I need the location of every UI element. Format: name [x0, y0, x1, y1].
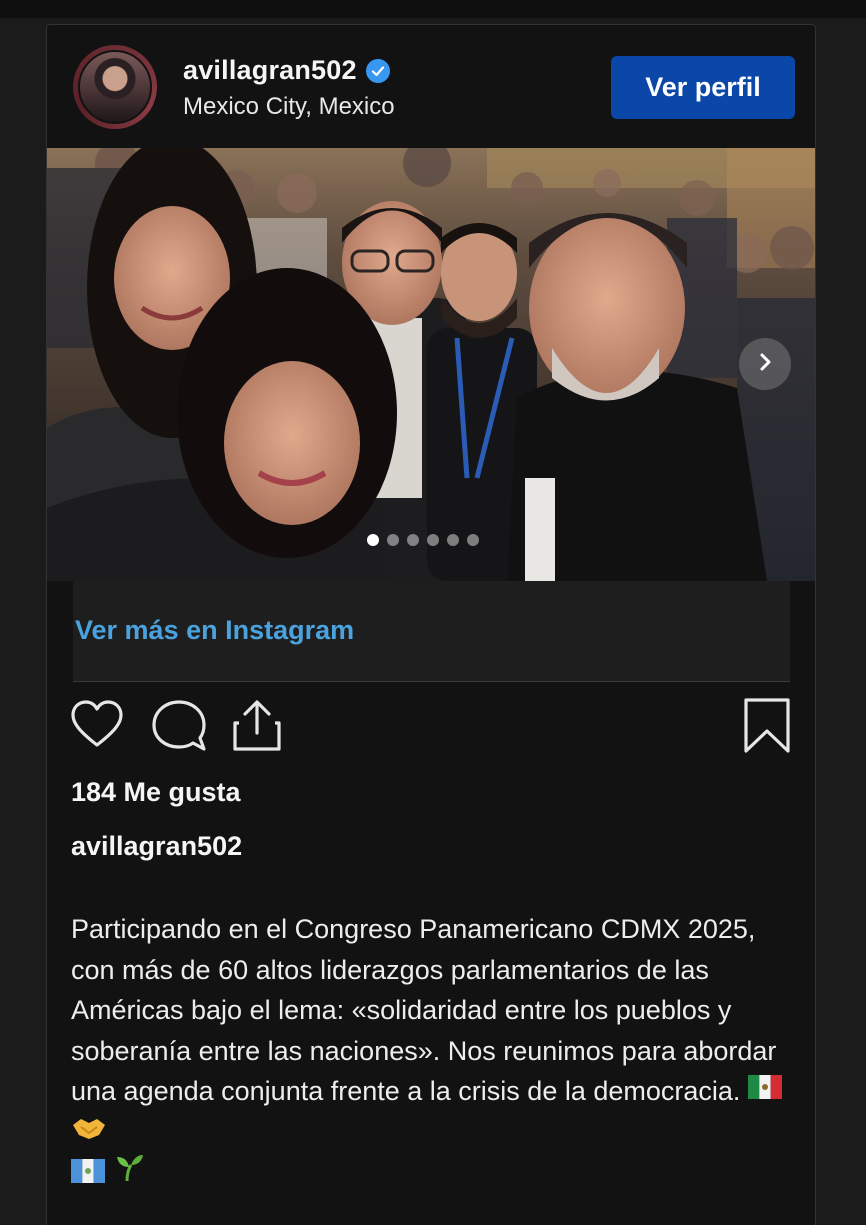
view-profile-button[interactable]: Ver perfil	[611, 56, 795, 119]
username-row: avillagran502	[183, 55, 390, 86]
instagram-embed-card: avillagran502 Mexico City, Mexico Ver pe…	[46, 24, 816, 1225]
action-bar	[67, 697, 795, 757]
seedling-emoji	[113, 1153, 145, 1195]
likes-count[interactable]: 184 Me gusta	[71, 777, 241, 808]
view-more-link[interactable]: Ver más en Instagram	[75, 615, 354, 646]
carousel-dot	[467, 534, 479, 546]
carousel-dot	[427, 534, 439, 546]
username[interactable]: avillagran502	[183, 55, 357, 86]
carousel-dot	[367, 534, 379, 546]
caption-text: Participando en el Congreso Panamericano…	[71, 914, 777, 1106]
avatar-image	[78, 50, 152, 124]
carousel-indicator	[367, 534, 479, 546]
carousel-dot	[447, 534, 459, 546]
post-photo[interactable]	[47, 148, 815, 581]
post-header: avillagran502 Mexico City, Mexico Ver pe…	[47, 25, 815, 147]
photo-illustration	[47, 148, 815, 581]
handshake-emoji	[71, 1112, 107, 1153]
guatemala-flag-emoji	[71, 1154, 105, 1195]
comment-icon[interactable]	[149, 697, 209, 760]
caption: Participando en el Congreso Panamericano…	[71, 909, 791, 1198]
view-more-section: Ver más en Instagram	[73, 581, 790, 682]
heart-icon[interactable]	[69, 697, 125, 758]
top-status-bar	[0, 0, 866, 18]
carousel-dot	[387, 534, 399, 546]
location[interactable]: Mexico City, Mexico	[183, 93, 395, 121]
chevron-right-icon	[754, 351, 776, 378]
carousel-dot	[407, 534, 419, 546]
next-photo-button[interactable]	[739, 338, 791, 390]
bookmark-icon[interactable]	[743, 697, 791, 760]
caption-username[interactable]: avillagran502	[71, 831, 242, 862]
verified-badge-icon	[365, 58, 390, 83]
mexico-flag-emoji	[747, 1070, 782, 1111]
share-icon[interactable]	[231, 697, 283, 760]
avatar[interactable]	[73, 45, 157, 129]
